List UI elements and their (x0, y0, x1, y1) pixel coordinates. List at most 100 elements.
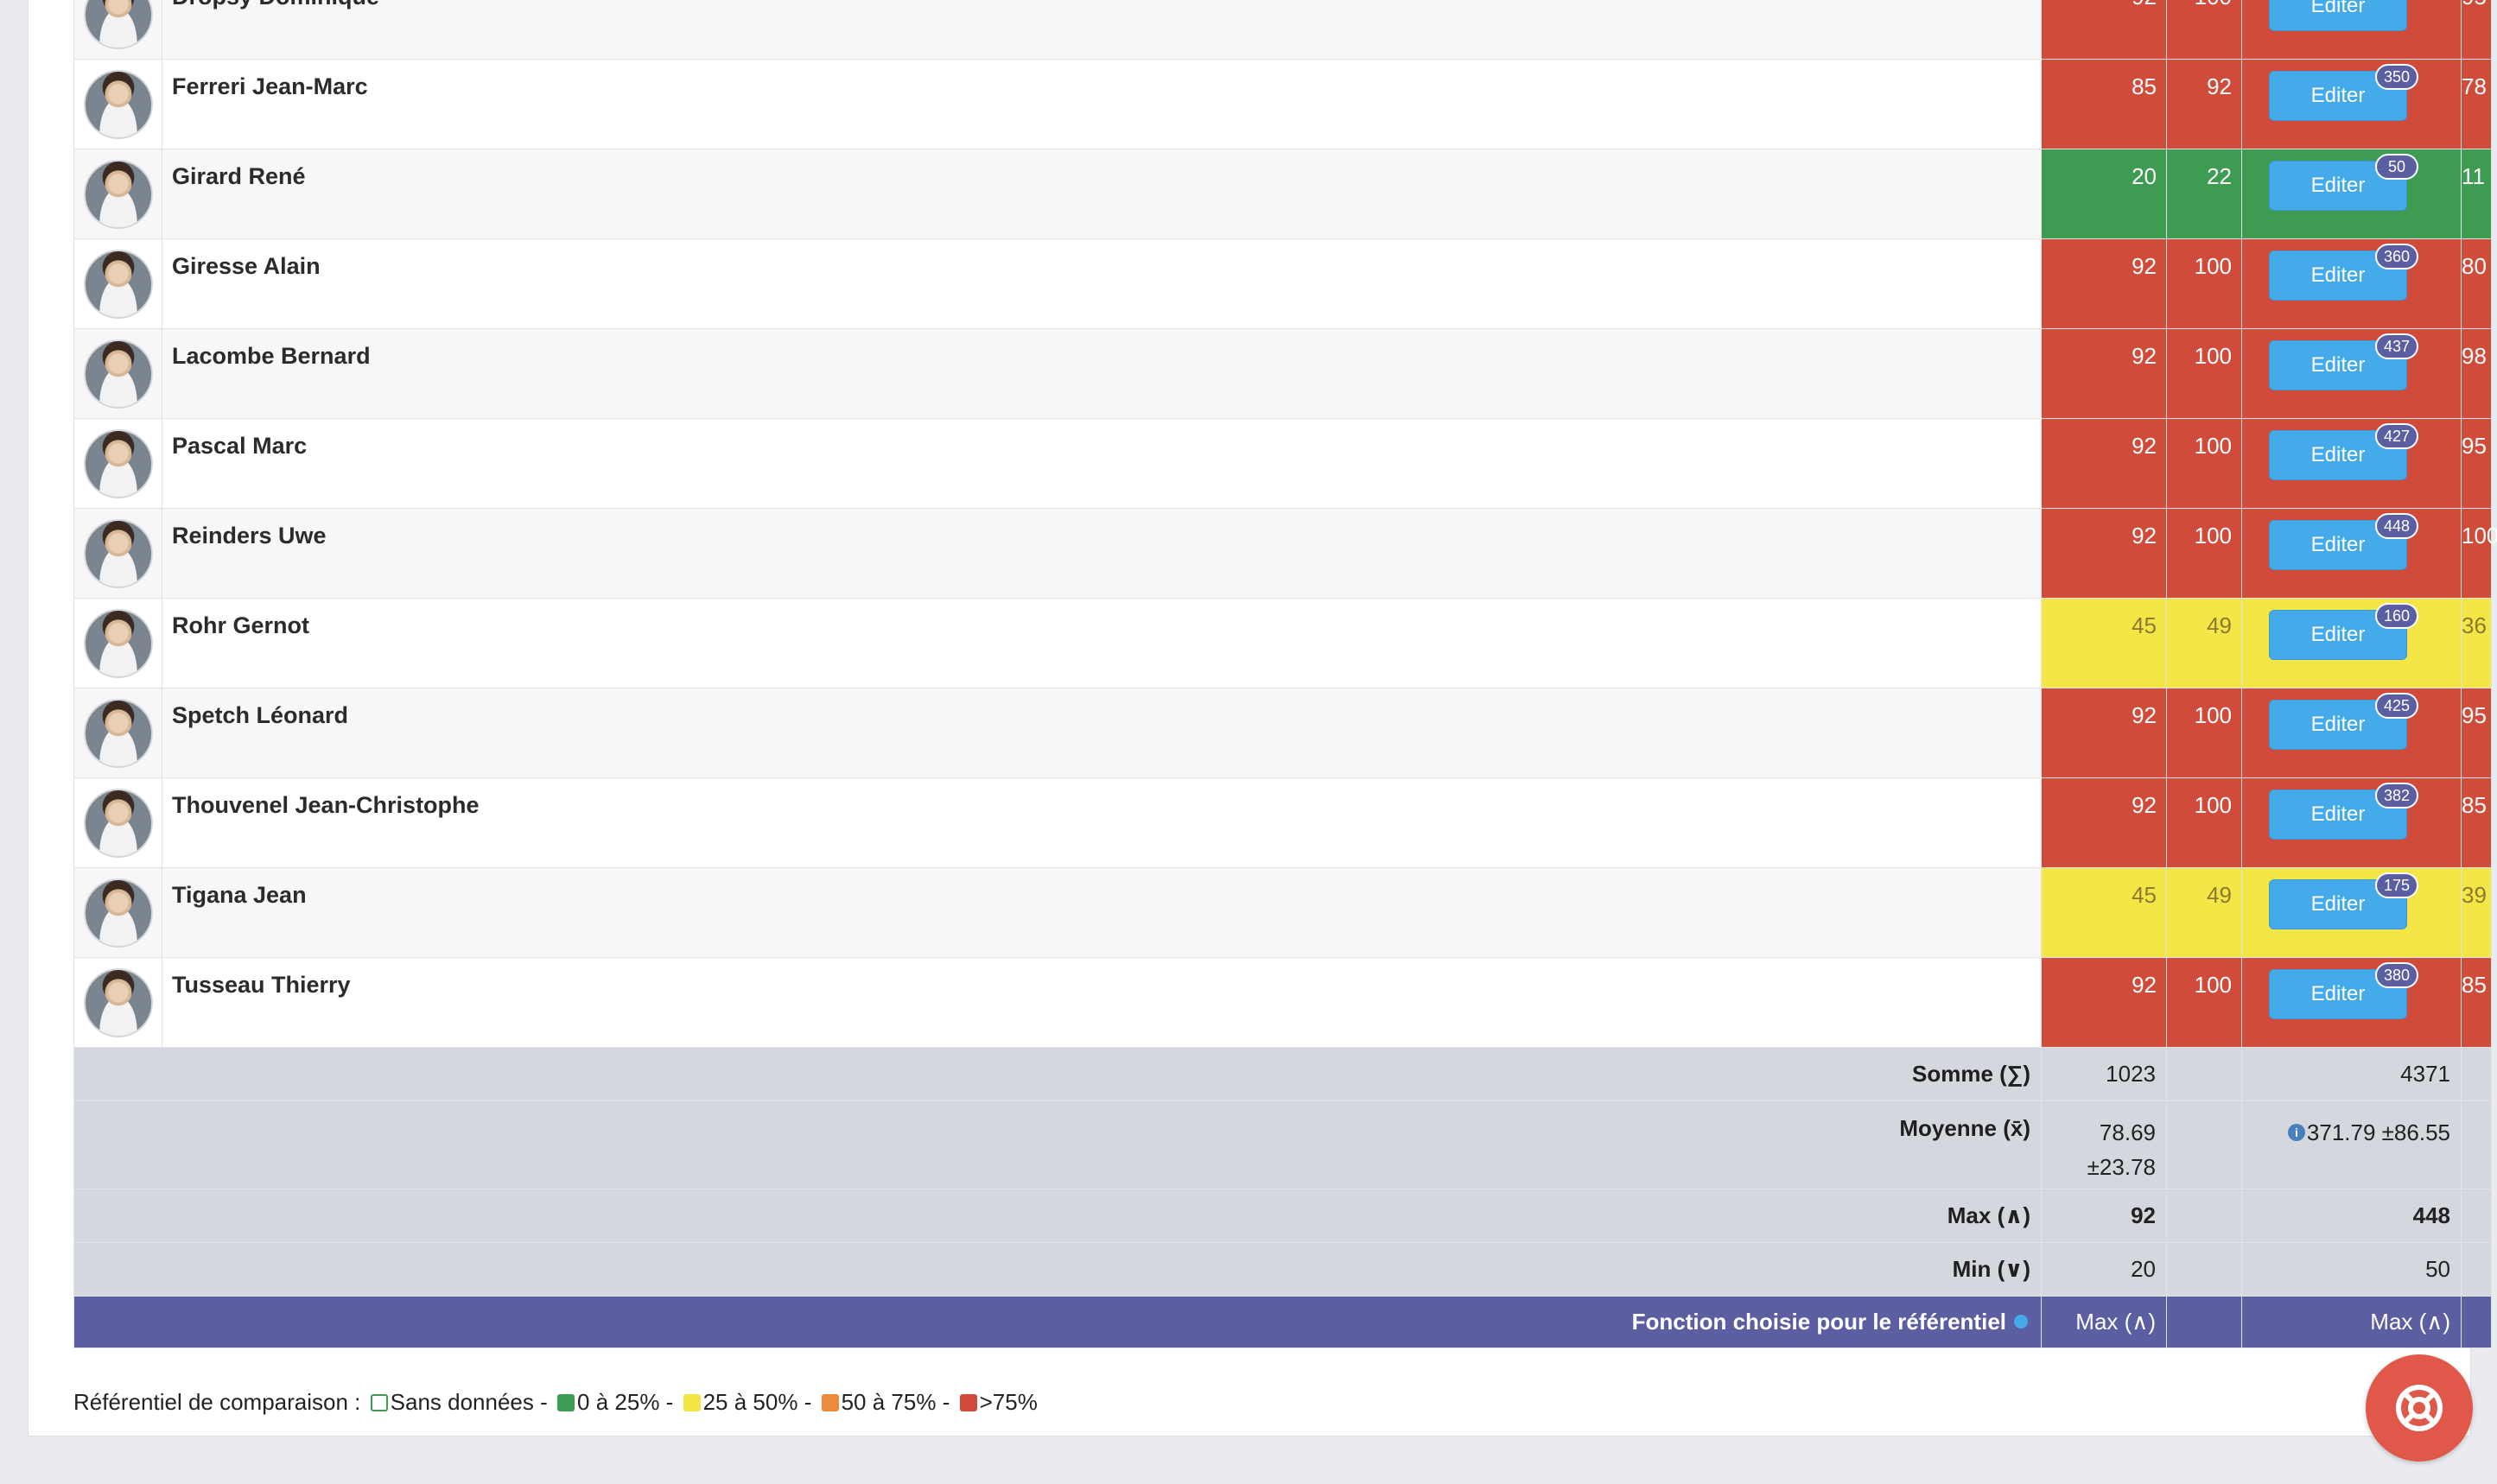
value-2: 92 (2166, 59, 2242, 149)
avatar (84, 339, 153, 409)
edit-button[interactable]: Editer (2269, 0, 2407, 31)
player-name[interactable]: Tigana Jean (162, 868, 2041, 909)
name-cell: Tigana Jean (162, 867, 2042, 958)
table-row: Ferreri Jean-Marc 85 92 Editer 350 78 (73, 59, 2492, 149)
count-badge: 437 (2375, 333, 2419, 359)
legend-prefix: Référentiel de comparaison : (73, 1389, 361, 1415)
value-3: 95 (2461, 688, 2492, 778)
legend-separator: - (804, 1389, 812, 1415)
photo-cell (73, 867, 162, 958)
edit-cell: Editer 425 (2241, 688, 2462, 778)
empty-cell (2166, 1296, 2242, 1348)
edit-cell: Editer (2241, 0, 2462, 60)
value-1: 45 (2041, 598, 2167, 688)
count-badge: 380 (2375, 962, 2419, 988)
value-2: 100 (2166, 328, 2242, 419)
empty-cell (2461, 1100, 2492, 1189)
count-badge: 50 (2375, 154, 2418, 180)
empty-cell (2461, 1242, 2492, 1297)
summary-body: Somme (∑) 1023 4371 Moyenne (x̄) 78.69 ±… (73, 1047, 2492, 1348)
sum-row: Somme (∑) 1023 4371 (73, 1047, 2492, 1101)
legend-separator: - (540, 1389, 548, 1415)
count-badge: 427 (2375, 423, 2419, 449)
player-name[interactable]: Dropsy Dominique (162, 0, 2041, 10)
value-3: 85 (2461, 957, 2492, 1048)
swatch-green (557, 1394, 575, 1411)
name-cell: Tusseau Thierry (162, 957, 2042, 1048)
value-2: 100 (2166, 508, 2242, 599)
reference-function-2[interactable]: Max (∧) (2241, 1296, 2462, 1348)
value-1: 20 (2041, 149, 2167, 239)
mean-cell-2: i 371.79 ±86.55 (2241, 1100, 2462, 1189)
name-cell: Girard René (162, 149, 2042, 239)
table-row: Pascal Marc 92 100 Editer 427 95 (73, 418, 2492, 509)
value-3: 80 (2461, 238, 2492, 329)
count-badge: 425 (2375, 693, 2419, 719)
value-1: 92 (2041, 777, 2167, 868)
min-value-2: 50 (2241, 1242, 2462, 1297)
player-name[interactable]: Thouvenel Jean-Christophe (162, 778, 2041, 819)
name-cell: Thouvenel Jean-Christophe (162, 777, 2042, 868)
table-row: Rohr Gernot 45 49 Editer 160 36 (73, 598, 2492, 688)
legend-orange: 50 à 75% (841, 1389, 937, 1415)
avatar (84, 160, 153, 229)
lifebuoy-icon (2396, 1385, 2443, 1431)
photo-cell (73, 598, 162, 688)
player-name[interactable]: Lacombe Bernard (162, 329, 2041, 370)
player-name[interactable]: Tusseau Thierry (162, 958, 2041, 999)
value-3: 98 (2461, 328, 2492, 419)
player-name[interactable]: Spetch Léonard (162, 688, 2041, 729)
sum-value-2: 4371 (2241, 1047, 2462, 1101)
edit-cell: Editer 350 (2241, 59, 2462, 149)
value-1: 92 (2041, 418, 2167, 509)
value-3: 100 (2461, 508, 2497, 599)
value-1: 45 (2041, 867, 2167, 958)
mean-value-1: 78.69 ±23.78 (2041, 1100, 2167, 1189)
name-cell: Dropsy Dominique (162, 0, 2042, 60)
name-cell: Giresse Alain (162, 238, 2042, 329)
max-value-2: 448 (2241, 1189, 2462, 1243)
avatar (84, 968, 153, 1037)
player-name[interactable]: Girard René (162, 149, 2041, 190)
photo-cell (73, 59, 162, 149)
avatar (84, 519, 153, 588)
player-name[interactable]: Rohr Gernot (162, 599, 2041, 639)
mean-row: Moyenne (x̄) 78.69 ±23.78 i 371.79 ±86.55 (73, 1100, 2492, 1189)
avatar (84, 878, 153, 948)
edit-cell: Editer 437 (2241, 328, 2462, 419)
table-row: Tigana Jean 45 49 Editer 175 39 (73, 867, 2492, 958)
player-name[interactable]: Ferreri Jean-Marc (162, 60, 2041, 100)
swatch-none (370, 1394, 388, 1411)
max-row: Max (∧) 92 448 (73, 1189, 2492, 1243)
reference-function-label: Fonction choisie pour le référentiel (1631, 1309, 2006, 1335)
photo-cell (73, 149, 162, 239)
player-name[interactable]: Reinders Uwe (162, 509, 2041, 549)
value-1: 92 (2041, 0, 2167, 60)
max-value-1: 92 (2041, 1189, 2167, 1243)
value-1: 92 (2041, 957, 2167, 1048)
count-badge: 448 (2375, 513, 2419, 539)
info-icon[interactable]: i (2287, 1124, 2305, 1141)
name-cell: Spetch Léonard (162, 688, 2042, 778)
photo-cell (73, 957, 162, 1048)
photo-cell (73, 688, 162, 778)
comparison-legend: Référentiel de comparaison : Sans donnée… (73, 1389, 1038, 1416)
sum-label: Somme (∑) (73, 1047, 2042, 1101)
count-badge: 160 (2375, 603, 2419, 629)
edit-cell: Editer 382 (2241, 777, 2462, 868)
player-name[interactable]: Giresse Alain (162, 239, 2041, 280)
table-row: Tusseau Thierry 92 100 Editer 380 85 (73, 957, 2492, 1048)
reference-function-1[interactable]: Max (∧) (2041, 1296, 2167, 1348)
edit-cell: Editer 380 (2241, 957, 2462, 1048)
player-name[interactable]: Pascal Marc (162, 419, 2041, 460)
value-1: 92 (2041, 508, 2167, 599)
reference-function-row: Fonction choisie pour le référentiel Max… (73, 1296, 2492, 1348)
value-2: 100 (2166, 957, 2242, 1048)
swatch-yellow (683, 1394, 701, 1411)
name-cell: Reinders Uwe (162, 508, 2042, 599)
gear-icon[interactable] (2011, 1312, 2030, 1331)
avatar (84, 789, 153, 858)
photo-cell (73, 0, 162, 60)
avatar (84, 429, 153, 498)
help-button[interactable] (2366, 1354, 2473, 1462)
